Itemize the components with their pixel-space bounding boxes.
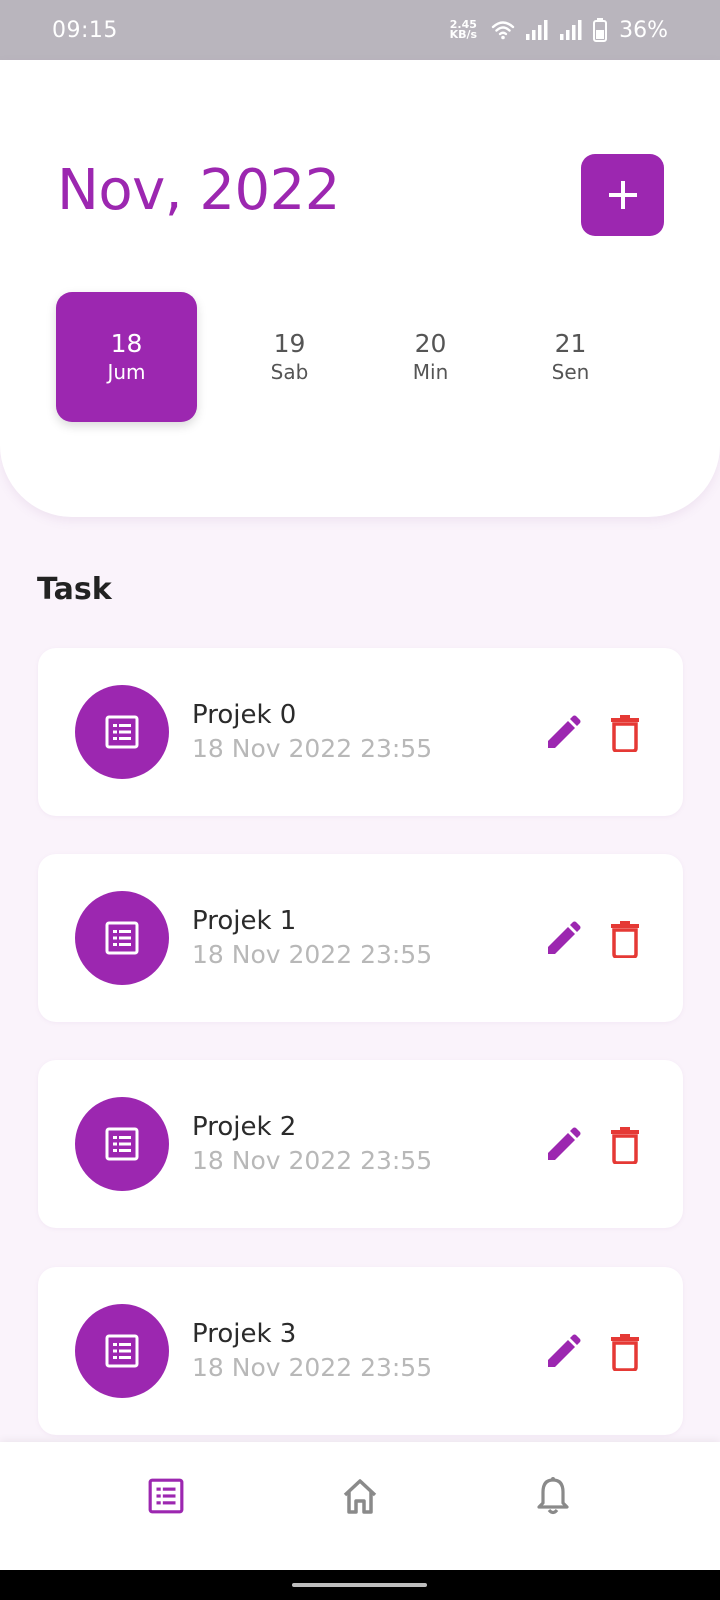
task-datetime: 18 Nov 2022 23:55 bbox=[192, 1146, 433, 1175]
edit-task-button[interactable] bbox=[542, 1331, 584, 1373]
date-number: 20 bbox=[414, 329, 447, 358]
date-day-name: Min bbox=[412, 360, 449, 384]
task-avatar bbox=[75, 1304, 169, 1398]
gesture-handle[interactable] bbox=[292, 1583, 427, 1587]
task-avatar bbox=[75, 891, 169, 985]
date-day-name: Sab bbox=[270, 360, 309, 384]
task-card[interactable]: Projek 2 18 Nov 2022 23:55 bbox=[38, 1060, 683, 1228]
date-number: 21 bbox=[554, 329, 587, 358]
task-datetime: 18 Nov 2022 23:55 bbox=[192, 1353, 433, 1382]
task-heading: Task bbox=[37, 572, 112, 607]
date-item-18[interactable]: 18 Jum bbox=[56, 292, 197, 422]
date-number: 18 bbox=[110, 329, 143, 358]
task-datetime: 18 Nov 2022 23:55 bbox=[192, 734, 433, 763]
pencil-icon bbox=[548, 1334, 581, 1367]
task-datetime: 18 Nov 2022 23:55 bbox=[192, 940, 433, 969]
date-day-name: Sen bbox=[551, 360, 590, 384]
month-year-title: Nov, 2022 bbox=[57, 158, 340, 223]
network-speed-unit: KB/s bbox=[449, 28, 478, 41]
date-day-name: Jum bbox=[107, 360, 146, 384]
delete-task-button[interactable] bbox=[604, 1124, 646, 1166]
edit-task-button[interactable] bbox=[542, 918, 584, 960]
add-task-button[interactable] bbox=[581, 154, 664, 236]
task-list-icon bbox=[105, 921, 139, 955]
bell-icon bbox=[537, 1477, 569, 1515]
task-title: Projek 1 bbox=[192, 906, 297, 936]
date-item-21[interactable]: 21 Sen bbox=[500, 292, 641, 422]
bottom-navigation bbox=[0, 1442, 720, 1570]
pencil-icon bbox=[548, 1127, 581, 1160]
task-card[interactable]: Projek 0 18 Nov 2022 23:55 bbox=[38, 648, 683, 816]
task-avatar bbox=[75, 1097, 169, 1191]
pencil-icon bbox=[548, 921, 581, 954]
trash-icon bbox=[611, 715, 639, 752]
status-time: 09:15 bbox=[52, 17, 118, 43]
nav-home[interactable] bbox=[328, 1464, 392, 1528]
date-item-20[interactable]: 20 Min bbox=[360, 292, 501, 422]
network-speed: 2.45 KB/s bbox=[449, 19, 478, 41]
date-number: 19 bbox=[273, 329, 306, 358]
pencil-icon bbox=[548, 715, 581, 748]
date-item-19[interactable]: 19 Sab bbox=[219, 292, 360, 422]
edit-task-button[interactable] bbox=[542, 712, 584, 754]
task-avatar bbox=[75, 685, 169, 779]
task-card[interactable]: Projek 1 18 Nov 2022 23:55 bbox=[38, 854, 683, 1022]
home-icon bbox=[343, 1479, 377, 1514]
nav-tasks[interactable] bbox=[134, 1464, 198, 1528]
task-list-icon bbox=[148, 1478, 184, 1514]
task-list-icon bbox=[105, 1334, 139, 1368]
delete-task-button[interactable] bbox=[604, 712, 646, 754]
gesture-navigation-bar bbox=[0, 1570, 720, 1600]
calendar-header: Nov, 2022 18 Jum 19 Sab 20 Min 21 Sen bbox=[0, 60, 720, 517]
status-bar: 09:15 2.45 KB/s 36% bbox=[0, 0, 720, 60]
plus-icon bbox=[608, 181, 637, 209]
battery-percent: 36% bbox=[619, 17, 668, 43]
task-title: Projek 2 bbox=[192, 1112, 297, 1142]
delete-task-button[interactable] bbox=[604, 1331, 646, 1373]
task-list-icon bbox=[105, 1127, 139, 1161]
battery-icon bbox=[593, 18, 608, 42]
status-icons: 2.45 KB/s 36% bbox=[450, 18, 668, 43]
trash-icon bbox=[611, 1127, 639, 1164]
delete-task-button[interactable] bbox=[604, 918, 646, 960]
task-title: Projek 3 bbox=[192, 1319, 297, 1349]
signal-icon bbox=[525, 19, 549, 41]
date-strip: 18 Jum 19 Sab 20 Min 21 Sen bbox=[56, 292, 696, 422]
task-card[interactable]: Projek 3 18 Nov 2022 23:55 bbox=[38, 1267, 683, 1435]
edit-task-button[interactable] bbox=[542, 1124, 584, 1166]
signal-icon-2 bbox=[559, 19, 583, 41]
trash-icon bbox=[611, 1334, 639, 1371]
wifi-icon bbox=[491, 19, 515, 41]
task-list-icon bbox=[105, 715, 139, 749]
nav-notifications[interactable] bbox=[521, 1464, 585, 1528]
trash-icon bbox=[611, 921, 639, 958]
task-title: Projek 0 bbox=[192, 700, 297, 730]
